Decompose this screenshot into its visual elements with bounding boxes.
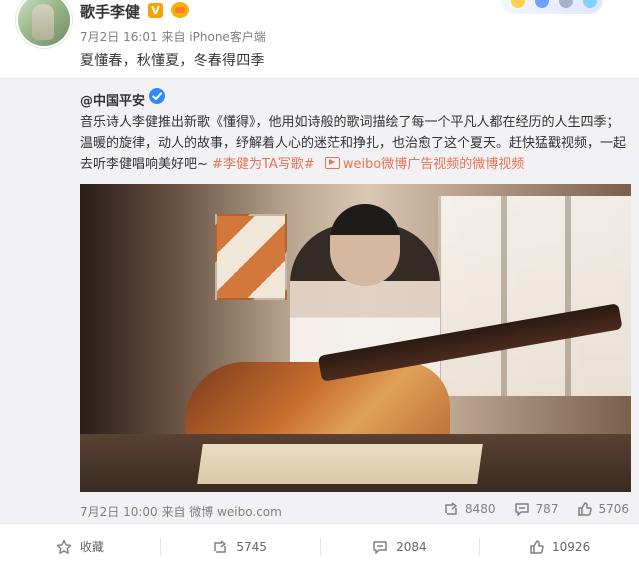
video-player[interactable]	[80, 184, 631, 492]
original-author[interactable]: @中国平安	[80, 90, 145, 109]
star-icon	[56, 539, 72, 555]
action-bar: 收藏 5745 2084 10926	[0, 528, 639, 565]
video-link[interactable]: weibo微博广告视频的微博视频	[343, 157, 524, 172]
video-paper	[197, 444, 483, 484]
video-wall-art	[215, 214, 287, 300]
author-name[interactable]: 歌手李健	[80, 1, 140, 22]
mini-comment-count: 787	[535, 502, 559, 516]
decorative-banner	[501, 0, 603, 14]
vip-v-icon[interactable]: V	[148, 3, 163, 18]
thumb-up-icon	[576, 501, 593, 517]
mini-like-count: 5706	[598, 502, 629, 516]
repost-mini-actions: 8480 787 5706	[443, 500, 629, 518]
comment-count: 2084	[396, 539, 427, 554]
comment-icon	[514, 501, 530, 517]
share-button[interactable]: 5745	[159, 528, 320, 565]
repost-box: @中国平安 音乐诗人李健推出新歌《懂得》，他用如诗般的歌词描绘了每一个平凡人都在…	[0, 78, 639, 524]
avatar[interactable]	[16, 0, 72, 48]
video-window	[438, 196, 631, 396]
topic-link[interactable]: #李健为TA写歌#	[212, 157, 315, 172]
crown-badge-icon[interactable]	[171, 2, 189, 18]
like-count: 10926	[552, 539, 591, 554]
like-button[interactable]: 10926	[479, 528, 639, 565]
repost-meta[interactable]: 7月2日 10:00 来自 微博 weibo.com	[80, 503, 282, 520]
post-header: 歌手李健 V 7月2日 16:01 来自 iPhone客户端 夏懂春，秋懂夏，冬…	[0, 0, 639, 78]
blue-check-icon	[149, 88, 165, 104]
mini-share[interactable]: 8480	[443, 501, 496, 517]
comment-button[interactable]: 2084	[319, 528, 480, 565]
favorite-label: 收藏	[79, 540, 104, 554]
thumb-up-icon	[528, 539, 544, 555]
post-text: 夏懂春，秋懂夏，冬春得四季	[80, 53, 265, 69]
mini-like[interactable]: 5706	[576, 501, 629, 517]
post-meta[interactable]: 7月2日 16:01 来自 iPhone客户端	[80, 28, 266, 45]
share-count: 5745	[236, 539, 267, 554]
video-link-icon[interactable]	[324, 157, 340, 169]
favorite-button[interactable]: 收藏	[0, 528, 160, 565]
mini-share-count: 8480	[465, 502, 496, 516]
video-person-head	[330, 204, 400, 286]
original-body: 音乐诗人李健推出新歌《懂得》，他用如诗般的歌词描绘了每一个平凡人都在经历的人生四…	[80, 112, 632, 175]
comment-icon	[372, 539, 388, 555]
mini-comment[interactable]: 787	[514, 501, 559, 517]
share-icon	[212, 539, 228, 555]
share-icon	[443, 501, 459, 517]
